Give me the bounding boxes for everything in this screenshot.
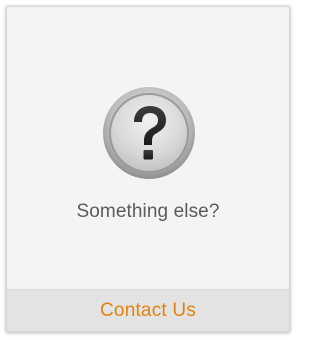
contact-us-button[interactable]: Contact Us: [7, 289, 289, 331]
help-card: Something else? Contact Us: [6, 6, 290, 332]
headline-text: Something else?: [76, 201, 220, 222]
contact-us-label: Contact Us: [100, 299, 196, 321]
question-mark-icon: [101, 85, 197, 181]
